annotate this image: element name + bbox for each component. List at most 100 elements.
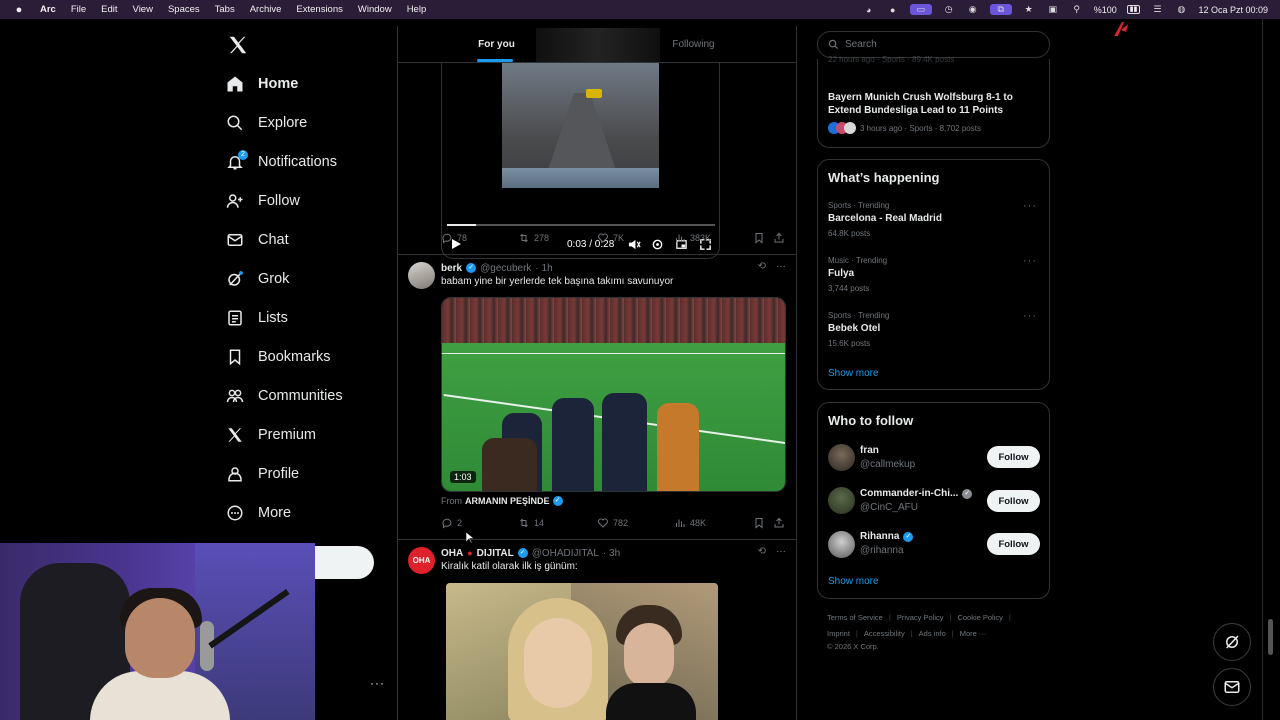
- grok-floating-button[interactable]: [1213, 623, 1251, 661]
- avatar[interactable]: [828, 487, 855, 514]
- avatar[interactable]: [828, 531, 855, 558]
- like-button[interactable]: 782: [597, 515, 628, 531]
- messages-floating-button[interactable]: [1213, 668, 1251, 706]
- tweet-more-icon[interactable]: ···: [776, 261, 786, 272]
- show-more-follow-link[interactable]: Show more: [828, 576, 879, 587]
- nav-label-profile: Profile: [258, 466, 300, 482]
- tweet-author-name-suffix[interactable]: DIJITAL: [477, 548, 514, 559]
- tweet-video[interactable]: [446, 583, 718, 720]
- reply-button[interactable]: 78: [441, 230, 467, 246]
- tweet-author-handle[interactable]: @gecuberk: [480, 263, 531, 274]
- status-clock-app-icon[interactable]: ◷: [942, 4, 956, 15]
- footer-link[interactable]: More ···: [960, 629, 987, 638]
- display-icon[interactable]: ▣: [1046, 4, 1060, 15]
- menu-app-arc[interactable]: Arc: [40, 4, 56, 15]
- nav-bookmarks[interactable]: Bookmarks: [226, 342, 331, 372]
- footer-links-row1: Terms of Service | Privacy Policy | Cookie…: [827, 613, 1011, 622]
- suggested-user-name[interactable]: Rihanna ✓: [860, 531, 914, 542]
- footer-link[interactable]: Ads info: [919, 629, 946, 638]
- window-switch-icon[interactable]: ⧉: [989, 4, 1012, 15]
- nav-chat[interactable]: Chat: [226, 225, 289, 255]
- menu-spaces[interactable]: Spaces: [168, 4, 200, 15]
- scrollbar-thumb[interactable]: [1268, 619, 1273, 655]
- footer-link[interactable]: Privacy Policy: [897, 613, 944, 622]
- mail-icon: [1224, 681, 1240, 693]
- screen-share-icon[interactable]: ▭: [909, 4, 932, 15]
- reply-button[interactable]: 2: [441, 515, 462, 531]
- suggested-user-handle: @rihanna: [860, 545, 904, 556]
- follow-button[interactable]: Follow: [987, 533, 1040, 555]
- nav-communities[interactable]: Communities: [226, 381, 343, 411]
- star-icon[interactable]: ★: [1022, 4, 1036, 15]
- record-icon[interactable]: ◉: [966, 4, 980, 15]
- macos-menubar: ● Arc File Edit View Spaces Tabs Archive…: [0, 0, 1280, 19]
- video-progress-bar[interactable]: [447, 224, 715, 226]
- avatar[interactable]: [408, 262, 435, 289]
- tweet-author-name[interactable]: berk: [441, 263, 462, 274]
- news-headline[interactable]: Bayern Munich Crush Wolfsburg 8-1 to Ext…: [828, 91, 1038, 117]
- bookmark-button[interactable]: [753, 515, 765, 531]
- tab-following[interactable]: Following: [595, 26, 792, 63]
- who-to-follow-card: Who to follow fran @callmekup Follow Com…: [817, 402, 1050, 599]
- menu-view[interactable]: View: [133, 4, 153, 15]
- page-scrollbar[interactable]: [1268, 22, 1273, 712]
- video-source-name[interactable]: ARMANIN PEŞİNDE: [465, 496, 550, 506]
- avatar[interactable]: [828, 444, 855, 471]
- avatar[interactable]: OHA: [408, 547, 435, 574]
- trend-more-icon[interactable]: ···: [1023, 255, 1037, 267]
- tweet-author-name[interactable]: OHA: [441, 548, 463, 559]
- menu-edit[interactable]: Edit: [101, 4, 117, 15]
- footer-link[interactable]: Accessibility: [864, 629, 905, 638]
- repost-button[interactable]: 14: [518, 515, 544, 531]
- menu-tabs[interactable]: Tabs: [215, 4, 235, 15]
- apple-menu-icon[interactable]: ●: [12, 4, 26, 16]
- footer-link[interactable]: Imprint: [827, 629, 850, 638]
- footer-link[interactable]: Terms of Service: [827, 613, 883, 622]
- suggested-user-name[interactable]: fran: [860, 445, 879, 456]
- x-logo-icon[interactable]: [227, 34, 249, 56]
- spotlight-search-icon[interactable]: ⚲: [1070, 4, 1084, 15]
- nav-notifications[interactable]: 2 Notifications: [226, 147, 337, 177]
- show-more-trends-link[interactable]: Show more: [828, 368, 879, 379]
- nav-explore[interactable]: Explore: [226, 108, 307, 138]
- share-button[interactable]: [773, 515, 785, 531]
- repost-button[interactable]: 278: [518, 230, 549, 246]
- trend-more-icon[interactable]: ···: [1023, 310, 1037, 322]
- like-button[interactable]: 7K: [597, 230, 624, 246]
- menu-file[interactable]: File: [71, 4, 86, 15]
- tweet-author-handle[interactable]: @OHADIJITAL: [532, 548, 599, 559]
- follow-button[interactable]: Follow: [987, 446, 1040, 468]
- grok-icon: [1226, 635, 1239, 649]
- share-button[interactable]: [773, 230, 785, 246]
- views-button[interactable]: 48K: [674, 515, 706, 531]
- tweet-more-icon[interactable]: ···: [776, 546, 786, 557]
- account-more-icon[interactable]: ···: [370, 676, 385, 690]
- nav-grok[interactable]: Grok: [226, 264, 289, 294]
- suggested-user-name[interactable]: Commander-in-Chi... ✓: [860, 488, 973, 499]
- grok-explain-icon[interactable]: ⟲: [758, 546, 766, 557]
- footer-link[interactable]: Cookie Policy: [957, 613, 1002, 622]
- tweet-time[interactable]: · 1h: [535, 263, 552, 274]
- nav-more[interactable]: More: [226, 498, 291, 528]
- status-dot-icon[interactable]: ●: [886, 4, 900, 15]
- siri-icon[interactable]: ◍: [1174, 4, 1188, 15]
- nav-lists[interactable]: Lists: [226, 303, 288, 333]
- menu-archive[interactable]: Archive: [250, 4, 282, 15]
- control-center-icon[interactable]: ☰: [1150, 4, 1164, 15]
- tweet-video[interactable]: 1:03: [441, 297, 786, 492]
- nav-profile[interactable]: Profile: [226, 459, 299, 489]
- nav-home[interactable]: Home: [226, 69, 298, 99]
- status-app-icon[interactable]: ◕: [862, 4, 876, 15]
- menu-window[interactable]: Window: [358, 4, 392, 15]
- nav-follow[interactable]: Follow: [226, 186, 300, 216]
- trend-more-icon[interactable]: ···: [1023, 200, 1037, 212]
- views-button[interactable]: 383K: [674, 230, 711, 246]
- search-input[interactable]: Search: [817, 31, 1050, 58]
- menu-extensions[interactable]: Extensions: [296, 4, 342, 15]
- tweet-time[interactable]: · 3h: [603, 548, 620, 559]
- menu-help[interactable]: Help: [407, 4, 427, 15]
- nav-premium[interactable]: Premium: [226, 420, 316, 450]
- follow-button[interactable]: Follow: [987, 490, 1040, 512]
- grok-explain-icon[interactable]: ⟲: [758, 261, 766, 272]
- bookmark-button[interactable]: [753, 230, 765, 246]
